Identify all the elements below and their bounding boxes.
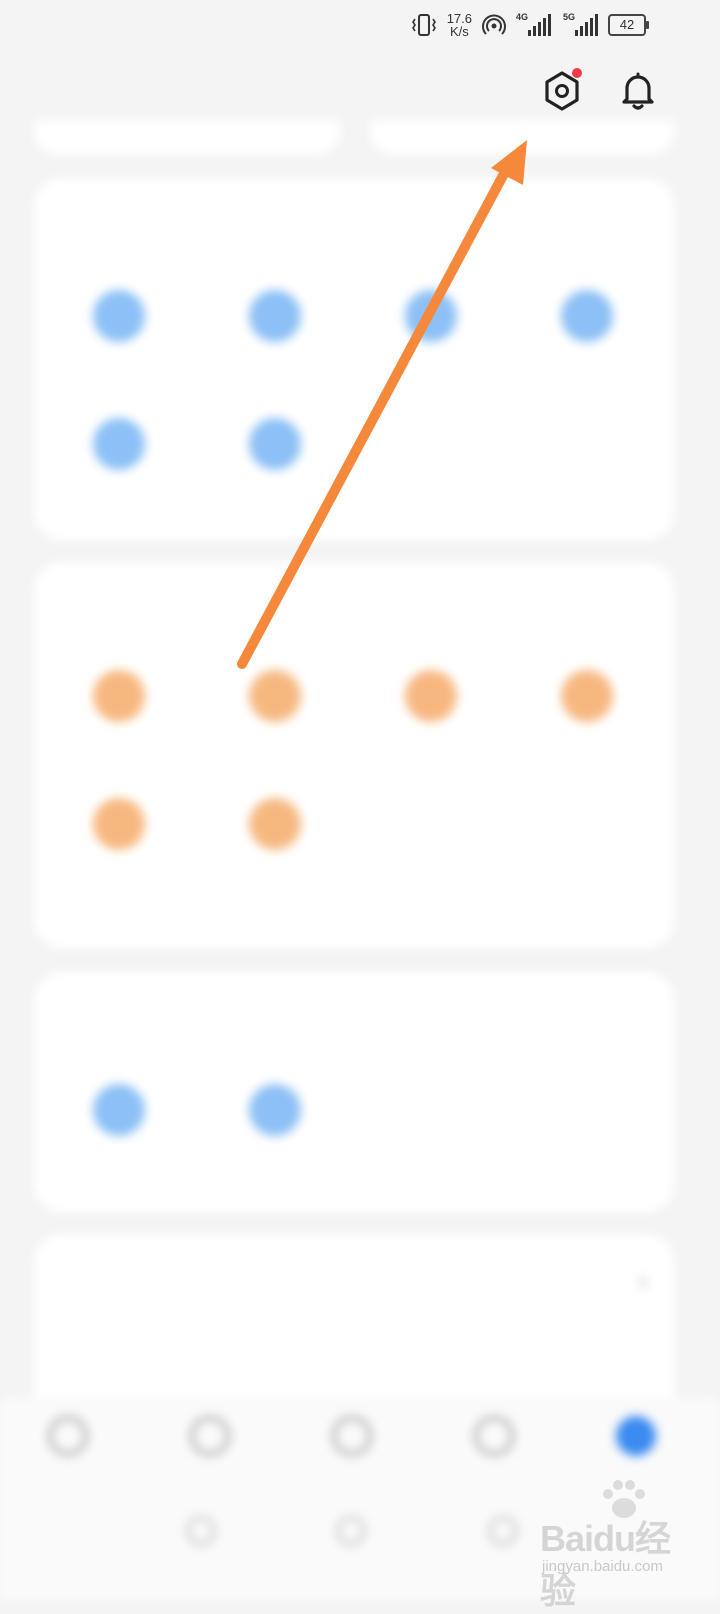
- grid-item[interactable]: [44, 1084, 194, 1150]
- grid-icon: [93, 290, 145, 342]
- grid-item[interactable]: [356, 290, 506, 356]
- grid-icon: [249, 1084, 301, 1136]
- grid-item[interactable]: [512, 670, 662, 736]
- grid-icon: [93, 418, 145, 470]
- grid-item[interactable]: [44, 418, 194, 484]
- nav-icon: [48, 1416, 88, 1456]
- grid-item[interactable]: [512, 290, 662, 356]
- nav-item[interactable]: [596, 1416, 676, 1466]
- grid-item[interactable]: [44, 798, 194, 864]
- grid-icon: [249, 798, 301, 850]
- grid-item[interactable]: [44, 290, 194, 356]
- grid-item[interactable]: [200, 670, 350, 736]
- grid-icon: [249, 290, 301, 342]
- grid-icon: [405, 670, 457, 722]
- settings-badge: [572, 68, 582, 78]
- nav-icon: [190, 1416, 230, 1456]
- nav-item[interactable]: [454, 1416, 534, 1466]
- nav-icon: [474, 1416, 514, 1456]
- chevron-right-icon: ›: [638, 1264, 648, 1297]
- grid-icon: [405, 290, 457, 342]
- blurred-content: ›: [0, 0, 720, 1600]
- grid-item[interactable]: [200, 290, 350, 356]
- grid-icon: [93, 1084, 145, 1136]
- system-back-button[interactable]: [186, 1516, 216, 1546]
- nav-item[interactable]: [28, 1416, 108, 1466]
- grid-icon: [561, 290, 613, 342]
- grid-icon: [93, 798, 145, 850]
- section-card-2: [34, 562, 674, 948]
- section-card-3: [34, 972, 674, 1212]
- nav-item[interactable]: [170, 1416, 250, 1466]
- grid-item[interactable]: [200, 418, 350, 484]
- grid-icon: [561, 670, 613, 722]
- section-card-1: [34, 178, 674, 540]
- system-home-button[interactable]: [336, 1516, 366, 1546]
- grid-item[interactable]: [44, 670, 194, 736]
- baidu-watermark: Baidu经验 jingyan.baidu.com: [540, 1480, 700, 1611]
- nav-icon: [332, 1416, 372, 1456]
- grid-icon: [93, 670, 145, 722]
- system-recents-button[interactable]: [488, 1516, 518, 1546]
- top-card-left: [34, 120, 340, 154]
- watermark-url: jingyan.baidu.com: [542, 1558, 663, 1575]
- grid-item[interactable]: [200, 1084, 350, 1150]
- bell-icon: [622, 72, 654, 110]
- grid-icon: [249, 418, 301, 470]
- nav-icon: [616, 1416, 656, 1456]
- grid-item[interactable]: [200, 798, 350, 864]
- top-card-right: [370, 120, 674, 154]
- nav-item[interactable]: [312, 1416, 392, 1466]
- grid-icon: [249, 670, 301, 722]
- notifications-button[interactable]: [615, 68, 661, 114]
- grid-item[interactable]: [356, 670, 506, 736]
